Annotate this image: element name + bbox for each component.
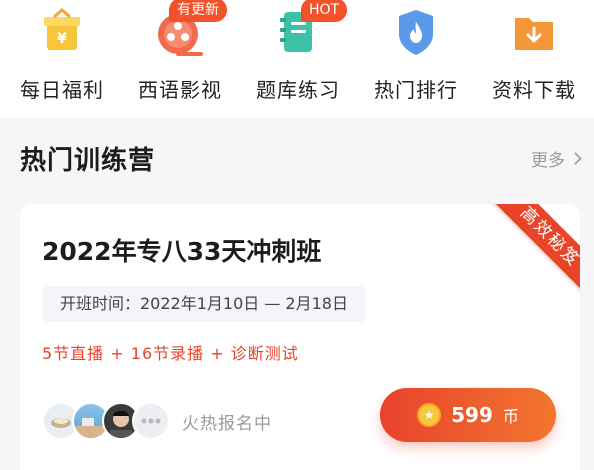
more-label: 更多	[531, 151, 565, 171]
download-folder-icon	[505, 4, 563, 62]
course-features: 5节直播 + 16节录播 + 诊断测试	[42, 344, 299, 363]
ribbon-container: 高效秘笈	[490, 204, 580, 294]
gift-icon: ¥	[33, 4, 91, 62]
nav-item-daily-welfare[interactable]: ¥ 每日福利	[3, 0, 121, 118]
flame-shield-icon	[387, 4, 445, 62]
nav-label: 热门排行	[374, 78, 458, 102]
nav-label: 题库练习	[256, 78, 340, 102]
more-link[interactable]: 更多	[531, 146, 582, 171]
coin-icon	[417, 403, 442, 427]
avatar-more	[132, 402, 170, 440]
price-value: 599	[451, 403, 493, 427]
nav-item-question-bank[interactable]: HOT 题库练习	[239, 0, 357, 118]
course-card[interactable]: 高效秘笈 2022年专八33天冲刺班 开班时间：2022年1月10日 — 2月1…	[20, 204, 580, 470]
class-period: 开班时间：2022年1月10日 — 2月18日	[42, 286, 366, 322]
buy-button[interactable]: 599 币	[380, 388, 556, 442]
quick-nav: ¥ 每日福利 有更新 西语影视 HOT 题库练习 热门排行 资料下载	[0, 0, 594, 118]
enroll-status: 火热报名中	[182, 414, 272, 434]
svg-text:¥: ¥	[57, 31, 67, 47]
nav-item-hot-ranking[interactable]: 热门排行	[357, 0, 475, 118]
update-badge: 有更新	[169, 0, 227, 22]
course-title: 2022年专八33天冲刺班	[42, 237, 322, 266]
nav-label: 资料下载	[492, 78, 576, 102]
promo-ribbon: 高效秘笈	[490, 204, 580, 294]
hot-badge: HOT	[301, 0, 348, 22]
nav-item-materials-download[interactable]: 资料下载	[475, 0, 593, 118]
nav-item-spanish-movies[interactable]: 有更新 西语影视	[121, 0, 239, 118]
nav-label: 每日福利	[20, 78, 104, 102]
chevron-right-icon	[569, 152, 582, 165]
section-title: 热门训练营	[20, 146, 156, 176]
price-unit: 币	[502, 407, 519, 426]
nav-label: 西语影视	[138, 78, 222, 102]
